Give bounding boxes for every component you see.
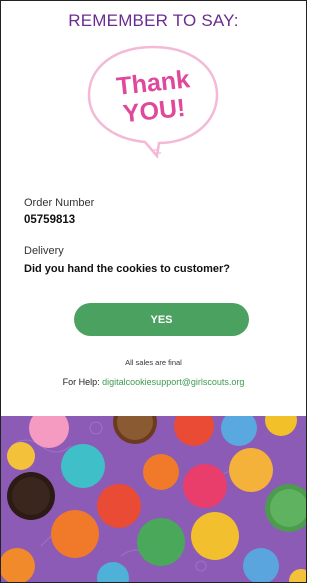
order-number-label: Order Number (24, 197, 95, 209)
order-number-value: 05759813 (24, 214, 76, 226)
yes-button[interactable]: YES (74, 303, 249, 336)
help-prefix: For Help: (62, 377, 100, 387)
sales-final-note: All sales are final (125, 358, 182, 367)
page-title: REMEMBER TO SAY: (68, 11, 239, 30)
delivery-label: Delivery (24, 245, 64, 257)
thank-you-bubble-image: Thank YOU! (83, 39, 223, 165)
delivery-question: Did you hand the cookies to customer? (24, 263, 230, 275)
support-email-link[interactable]: digitalcookiesupport@girlscouts.org (102, 377, 244, 387)
cookie-background-image (1, 400, 306, 582)
help-line: For Help: digitalcookiesupport@girlscout… (1, 377, 306, 387)
order-confirmation-screen: REMEMBER TO SAY: Thank YOU! Order Number… (0, 0, 307, 583)
